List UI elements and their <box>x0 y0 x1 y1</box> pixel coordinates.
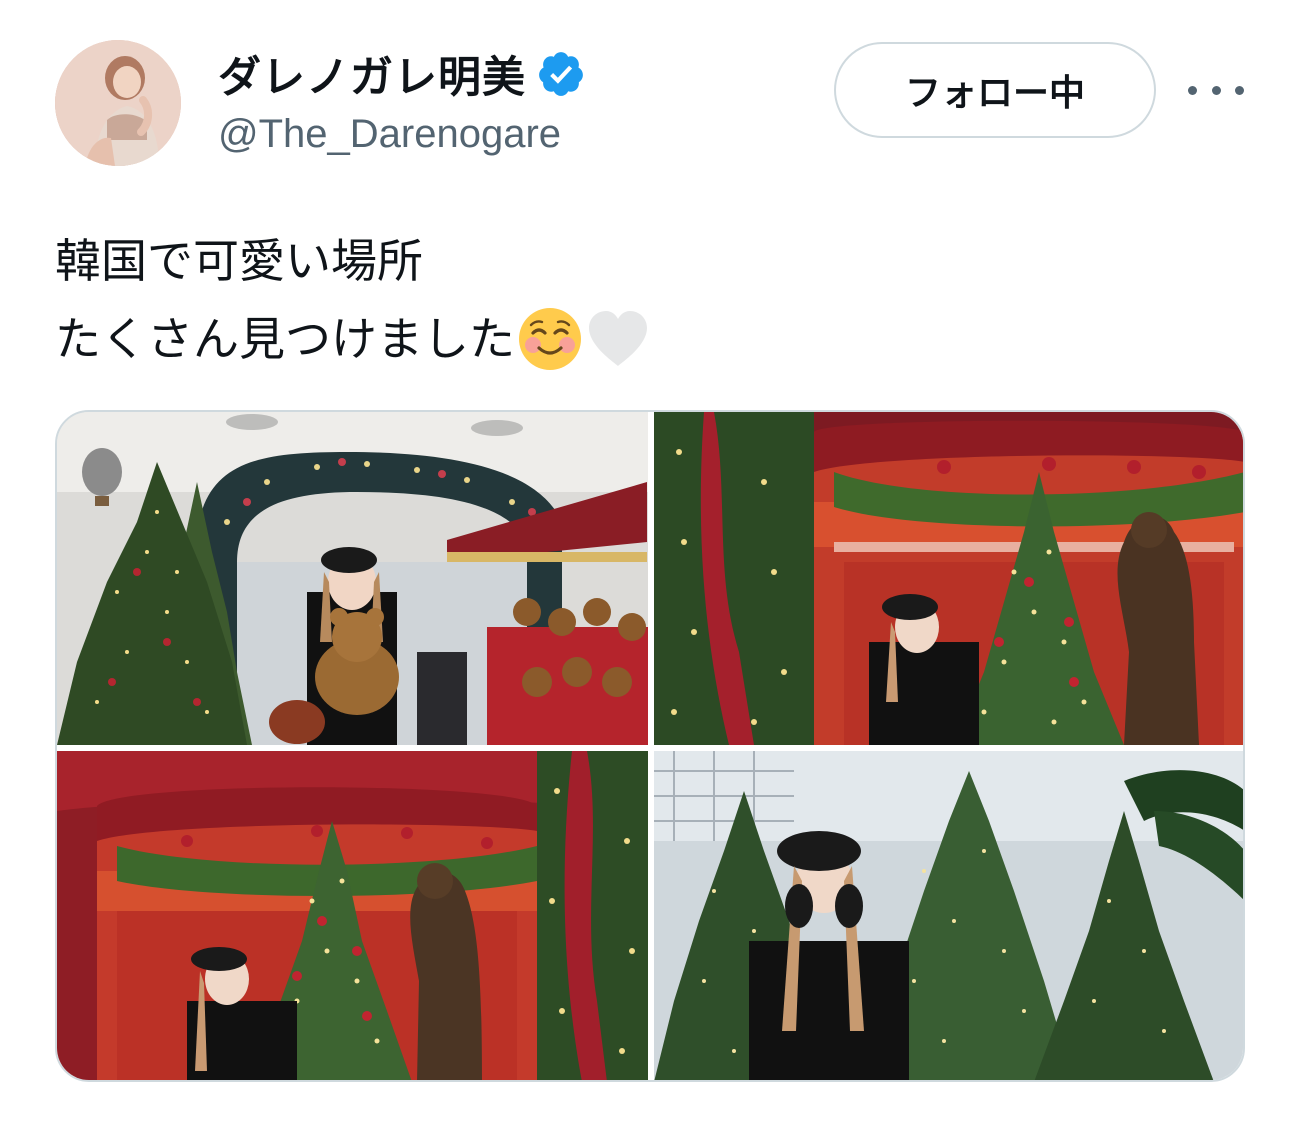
photo-window-display-tree-bear[interactable] <box>654 412 1243 745</box>
display-name[interactable]: ダレノガレ明美 <box>218 43 526 105</box>
smiling-face-with-blush-icon <box>519 308 581 370</box>
tweet-card: ダレノガレ明美 @The_Darenogare フォロー中 韓国で可愛い場所 た… <box>0 0 1300 1126</box>
following-button[interactable]: フォロー中 <box>834 42 1156 138</box>
avatar[interactable] <box>55 40 181 166</box>
tweet-text-line: たくさん見つけました <box>55 312 515 366</box>
photo-christmas-trees-beret[interactable] <box>654 751 1243 1080</box>
tweet-header: ダレノガレ明美 @The_Darenogare フォロー中 <box>0 0 1300 190</box>
photo-christmas-arch-teddy-bear[interactable] <box>57 412 648 745</box>
tweet-text-line-2: たくさん見つけました <box>55 300 1255 378</box>
avatar-image <box>55 40 181 166</box>
more-horizontal-icon[interactable] <box>1188 72 1244 108</box>
dot <box>1211 85 1221 95</box>
verified-badge-icon <box>539 52 583 96</box>
user-handle[interactable]: @The_Darenogare <box>218 112 561 157</box>
media-grid <box>55 410 1245 1082</box>
tweet-text: 韓国で可愛い場所 たくさん見つけました <box>55 222 1255 378</box>
white-heart-icon <box>589 311 647 366</box>
photo-window-display-red-frame[interactable] <box>57 751 648 1080</box>
dot <box>1235 85 1244 95</box>
tweet-text-line-1: 韓国で可愛い場所 <box>55 222 1255 300</box>
name-row: ダレノガレ明美 <box>218 44 586 104</box>
dot <box>1188 85 1197 95</box>
tweet-text-line: 韓国で可愛い場所 <box>55 234 423 288</box>
